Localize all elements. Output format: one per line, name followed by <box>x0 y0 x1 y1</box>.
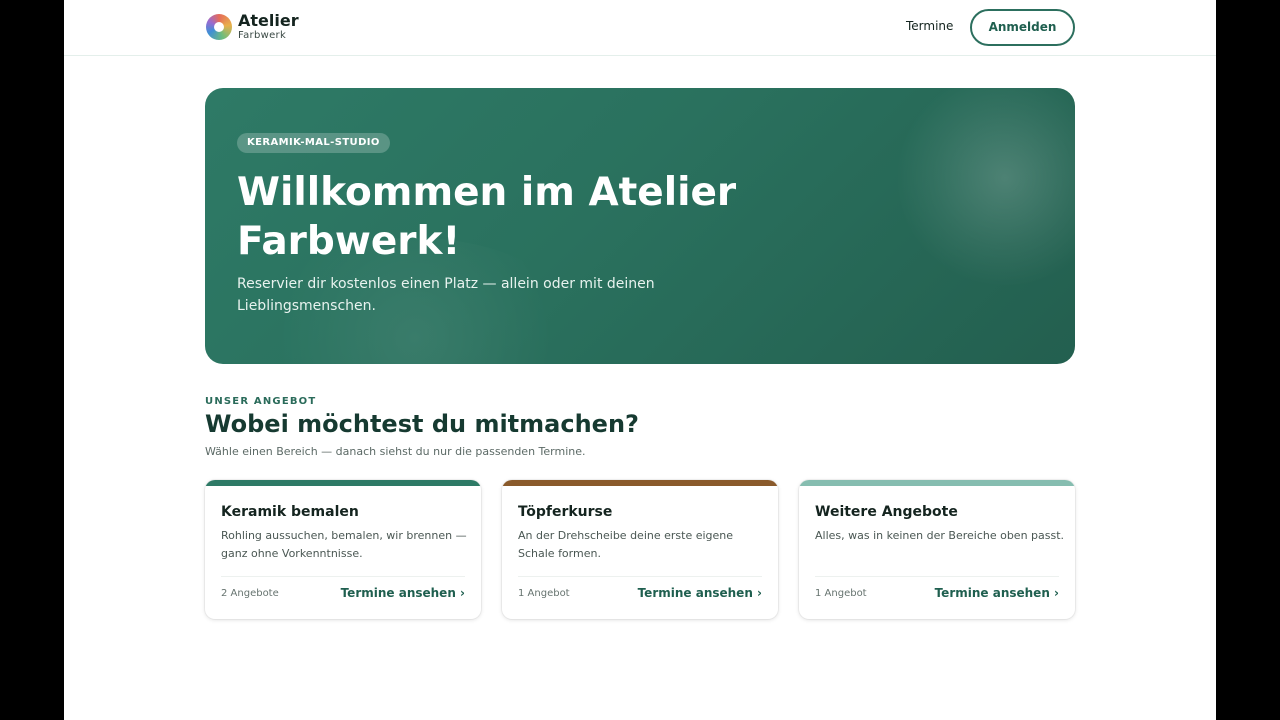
hero-banner: KERAMIK-MAL-STUDIO Willkommen im Atelier… <box>205 88 1075 364</box>
color-wheel-icon <box>206 14 232 40</box>
category-card-weitere-angebote[interactable]: Weitere Angebote Alles, was in keinen de… <box>799 480 1075 619</box>
card-divider <box>518 576 762 577</box>
card-accent-bar <box>502 480 778 486</box>
card-offer-count: 2 Angebote <box>221 588 279 599</box>
category-card-toepferkurse[interactable]: Töpferkurse An der Drehscheibe deine ers… <box>502 480 778 619</box>
view-dates-link[interactable]: Termine ansehen › <box>341 586 465 600</box>
card-title: Weitere Angebote <box>815 504 958 520</box>
brand-logo-link[interactable]: Atelier Farbwerk <box>206 13 299 41</box>
brand-text: Atelier Farbwerk <box>238 13 299 41</box>
view-dates-link[interactable]: Termine ansehen › <box>935 586 1059 600</box>
card-offer-count: 1 Angebot <box>518 588 570 599</box>
card-description: An der Drehscheibe deine erste eigene Sc… <box>518 529 734 560</box>
page: Atelier Farbwerk Termine Anmelden KERAMI… <box>64 0 1216 720</box>
hero-decoration <box>895 88 1075 288</box>
card-accent-bar <box>799 480 1075 486</box>
brand-subtitle: Farbwerk <box>238 30 287 41</box>
view-dates-link[interactable]: Termine ansehen › <box>638 586 762 600</box>
section-subtitle: Wähle einen Bereich — danach siehst du n… <box>205 445 586 458</box>
login-button[interactable]: Anmelden <box>970 9 1075 46</box>
hero-subtitle: Reservier dir kostenlos einen Platz — al… <box>237 276 655 314</box>
nav-termine-link[interactable]: Termine <box>906 19 953 33</box>
card-title: Töpferkurse <box>518 504 613 520</box>
card-divider <box>815 576 1059 577</box>
brand-name: Atelier <box>238 11 299 30</box>
top-navigation: Atelier Farbwerk Termine Anmelden <box>64 0 1216 56</box>
card-description: Alles, was in keinen der Bereiche oben p… <box>815 529 1065 542</box>
hero-title: Willkommen im Atelier Farbwerk! <box>237 170 737 264</box>
card-offer-count: 1 Angebot <box>815 588 867 599</box>
section-eyebrow: UNSER ANGEBOT <box>205 396 317 407</box>
card-description: Rohling aussuchen, bemalen, wir brennen … <box>221 529 467 560</box>
card-accent-bar <box>205 480 481 486</box>
card-divider <box>221 576 465 577</box>
category-card-keramik-bemalen[interactable]: Keramik bemalen Rohling aussuchen, bemal… <box>205 480 481 619</box>
section-title: Wobei möchtest du mitmachen? <box>205 410 639 438</box>
card-title: Keramik bemalen <box>221 504 359 520</box>
hero-badge: KERAMIK-MAL-STUDIO <box>237 133 390 153</box>
